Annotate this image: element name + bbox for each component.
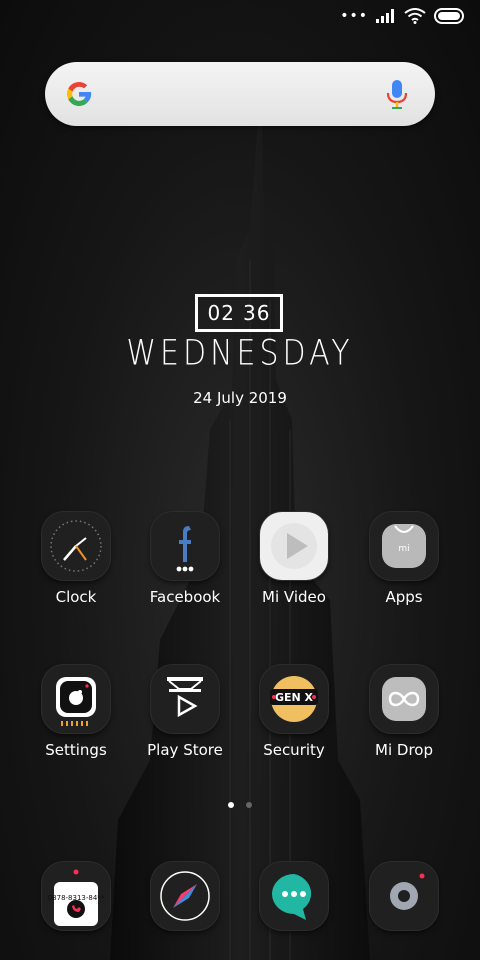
phone-number: 0878-8313-84** [47,894,105,902]
chip-icon [42,665,110,733]
compass-icon [151,862,219,930]
app-clock[interactable]: Clock [21,512,131,606]
app-mi-drop[interactable]: Mi Drop [349,665,459,759]
app-apps[interactable]: mi Apps [349,512,459,606]
status-bar: ••• [0,0,480,34]
app-label: Mi Video [262,588,326,606]
clock-icon [42,512,110,580]
clock-minute: 36 [243,301,271,325]
day-of-week: WEDNESDAY [126,333,354,374]
facebook-icon [151,512,219,580]
page-dot-1[interactable] [228,802,234,808]
dock-browser[interactable] [130,862,240,930]
signal-icon [376,9,394,23]
page-indicator [0,802,480,808]
dock-phone[interactable]: 0878-8313-84** [21,862,131,930]
badge-text: GEN X [275,691,314,704]
time-box[interactable]: 02 36 [195,294,283,332]
app-settings[interactable]: Settings [21,665,131,759]
app-label: Settings [45,741,107,759]
app-label: Facebook [149,588,221,606]
google-g-icon [67,82,92,107]
app-label: Clock [55,588,97,606]
bag-icon: mi [370,512,438,580]
play-icon [260,512,328,580]
phone-icon: 0878-8313-84** [42,862,110,930]
wallpaper-tower [110,120,370,960]
messages-icon [260,862,328,930]
dock-messages[interactable] [239,862,349,930]
page-dot-2[interactable] [246,802,252,808]
clock-hour: 02 [207,301,235,325]
app-label: Mi Drop [375,741,433,759]
google-search-bar[interactable] [45,62,435,126]
svg-text:mi: mi [398,544,409,554]
app-play-store[interactable]: Play Store [130,665,240,759]
genx-badge-icon: GEN X [260,665,328,733]
app-label: Security [263,741,325,759]
wifi-icon [404,8,426,24]
app-mi-video[interactable]: Mi Video [239,512,349,606]
microphone-icon[interactable] [385,78,409,110]
notification-dots: ••• [340,8,368,24]
dock-camera[interactable] [349,862,459,930]
app-security[interactable]: GEN X Security [239,665,349,759]
app-facebook[interactable]: Facebook [130,512,240,606]
play-store-icon [151,665,219,733]
app-label: Play Store [147,741,223,759]
infinity-icon [370,665,438,733]
camera-icon [370,862,438,930]
date-label: 24 July 2019 [193,389,287,407]
battery-icon [434,8,464,24]
app-label: Apps [385,588,423,606]
